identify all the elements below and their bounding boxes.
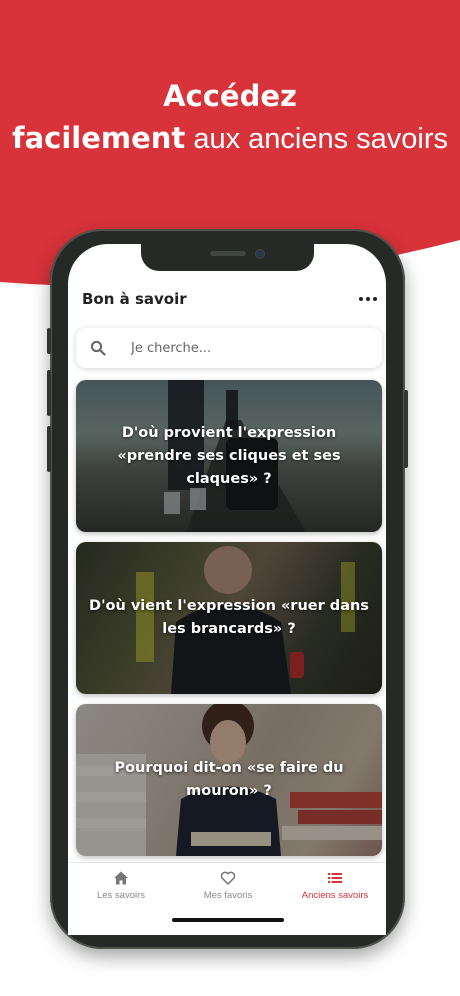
- app-title: Bon à savoir: [82, 290, 187, 308]
- headline-line-2: facilement aux anciens savoirs: [0, 120, 460, 162]
- article-card[interactable]: Pourquoi dit-on «se faire du mouron» ?: [76, 704, 382, 856]
- tab-label: Les savoirs: [96, 890, 146, 901]
- phone-power-button: [404, 390, 408, 468]
- article-card[interactable]: D'où vient l'expression «ruer dans les b…: [76, 542, 382, 694]
- promo-headline: Accédez facilement aux anciens savoirs: [0, 78, 460, 162]
- article-card[interactable]: D'où provient l'expression «prendre ses …: [76, 380, 382, 532]
- tab-label: Mes favoris: [203, 890, 253, 901]
- phone-camera: [256, 250, 264, 258]
- tab-les-savoirs[interactable]: Les savoirs: [68, 870, 174, 901]
- tab-label: Anciens savoirs: [301, 890, 369, 901]
- phone-silent-switch: [47, 328, 51, 354]
- headline-bold-word: facilement: [11, 121, 186, 155]
- phone-speaker: [210, 251, 246, 256]
- search-icon: [90, 340, 106, 356]
- phone-volume-up: [47, 370, 51, 416]
- card-title: D'où vient l'expression «ruer dans les b…: [89, 598, 369, 637]
- home-indicator[interactable]: [172, 918, 284, 922]
- tab-anciens-savoirs[interactable]: Anciens savoirs: [282, 870, 388, 901]
- search-input[interactable]: [131, 338, 361, 358]
- card-title: D'où provient l'expression «prendre ses …: [117, 424, 341, 487]
- phone-notch: [141, 244, 314, 271]
- headline-line-1: Accédez: [163, 79, 297, 113]
- home-icon: [114, 871, 128, 885]
- card-title: Pourquoi dit-on «se faire du mouron» ?: [114, 760, 344, 799]
- more-horizontal-icon[interactable]: [359, 292, 377, 306]
- phone-volume-down: [47, 426, 51, 472]
- tab-mes-favoris[interactable]: Mes favoris: [175, 870, 281, 901]
- heart-icon: [220, 871, 236, 885]
- search-bar[interactable]: [76, 328, 382, 368]
- headline-rest: aux anciens savoirs: [185, 123, 449, 155]
- list-icon: [328, 873, 342, 883]
